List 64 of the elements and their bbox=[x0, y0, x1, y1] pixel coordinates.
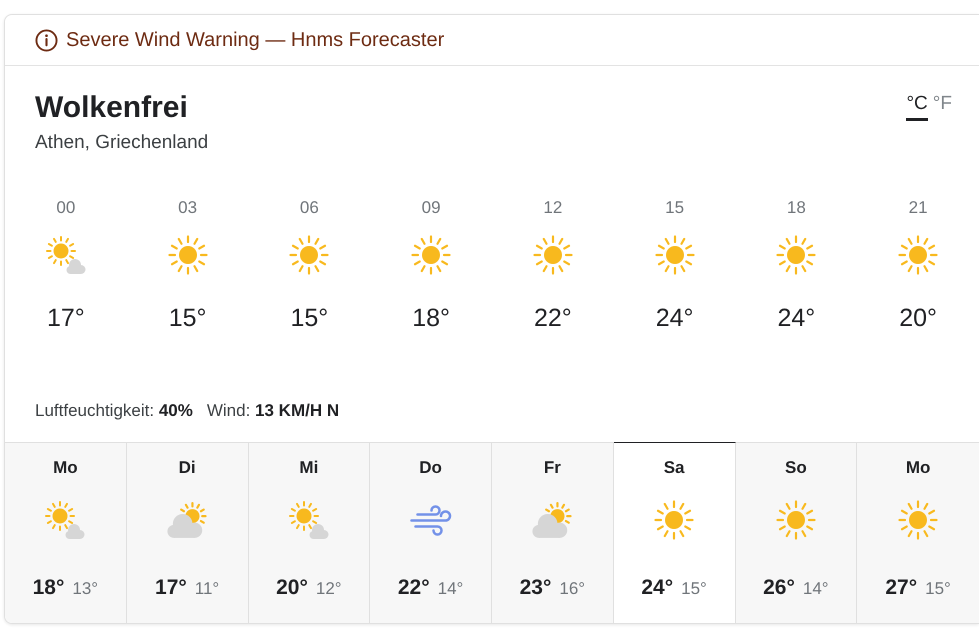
high-temperature: 20° bbox=[276, 575, 308, 601]
high-temperature: 24° bbox=[641, 575, 674, 601]
sun-icon bbox=[289, 235, 330, 275]
sun-cloud-icon bbox=[45, 500, 86, 540]
low-temperature: 12° bbox=[316, 578, 342, 600]
low-temperature: 16° bbox=[559, 578, 586, 600]
low-temperature: 15° bbox=[925, 578, 951, 600]
day-tab[interactable]: Mo 27° 15° bbox=[857, 442, 979, 623]
sun-cloud-icon bbox=[46, 236, 86, 274]
hour-label: 03 bbox=[178, 197, 198, 219]
hour-temperature: 22° bbox=[534, 303, 572, 333]
low-temperature: 15° bbox=[681, 578, 707, 600]
high-temperature: 18° bbox=[32, 575, 64, 601]
condition-title: Wolkenfrei bbox=[35, 91, 189, 125]
high-temperature: 23° bbox=[520, 575, 552, 601]
unit-toggle[interactable]: °F bbox=[932, 92, 952, 121]
hour-temperature: 18° bbox=[412, 303, 450, 333]
high-temperature: 22° bbox=[398, 575, 430, 601]
sun-icon bbox=[532, 235, 573, 275]
cloud-sun-icon bbox=[166, 502, 208, 538]
hour-temperature: 15° bbox=[290, 303, 328, 333]
hour-temperature: 24° bbox=[656, 303, 694, 333]
hour-temperature: 24° bbox=[777, 303, 816, 333]
hour-temperature: 17° bbox=[46, 303, 85, 333]
hour-temperature: 15° bbox=[168, 303, 207, 333]
day-tab[interactable]: Di 17° 11° bbox=[126, 442, 248, 623]
day-tab[interactable]: So 26° 14° bbox=[736, 442, 858, 623]
hour-label: 06 bbox=[300, 197, 319, 219]
high-temperature: 26° bbox=[763, 575, 795, 601]
weather-detail: Luftfeuchtigkeit: 40% bbox=[35, 400, 193, 422]
hour-label: 00 bbox=[56, 197, 76, 219]
low-temperature: 13° bbox=[72, 578, 98, 600]
warning-link[interactable]: Severe Wind Warning — Hnms Forecaster bbox=[35, 27, 444, 53]
sun-icon bbox=[654, 235, 695, 275]
day-tab[interactable]: Fr 23° 16° bbox=[492, 442, 614, 623]
day-tab[interactable]: Mi 20° 12° bbox=[248, 442, 370, 623]
weather-detail: Wind: 13 KM/H N bbox=[206, 400, 340, 422]
sun-cloud-icon bbox=[288, 500, 329, 540]
cloud-sun-icon bbox=[531, 502, 574, 538]
sun-icon bbox=[411, 235, 452, 275]
sun-icon bbox=[776, 500, 816, 540]
high-temperature: 27° bbox=[885, 575, 918, 601]
sun-icon bbox=[654, 500, 694, 540]
low-temperature: 14° bbox=[438, 578, 464, 600]
hour-label: 09 bbox=[422, 197, 441, 219]
wind-icon bbox=[410, 504, 452, 536]
sun-icon bbox=[898, 500, 938, 540]
low-temperature: 14° bbox=[802, 578, 829, 600]
sun-icon bbox=[776, 235, 816, 275]
hour-label: 15 bbox=[665, 197, 684, 219]
high-temperature: 17° bbox=[155, 575, 187, 601]
info-icon bbox=[35, 28, 58, 52]
low-temperature: 11° bbox=[194, 578, 220, 600]
hour-label: 21 bbox=[908, 197, 928, 219]
day-tab[interactable]: Sa 24° 15° bbox=[614, 442, 736, 623]
day-tab[interactable]: Mo 18° 13° bbox=[5, 442, 127, 623]
location-text: Athen, Griechenland bbox=[35, 131, 208, 155]
sun-icon bbox=[898, 235, 938, 275]
hour-label: 12 bbox=[543, 197, 562, 219]
unit-toggle[interactable]: °C bbox=[906, 92, 928, 121]
hour-temperature: 20° bbox=[899, 303, 938, 333]
hour-label: 18 bbox=[786, 197, 806, 219]
day-tab[interactable]: Do 22° 14° bbox=[370, 442, 492, 623]
sun-icon bbox=[168, 235, 208, 275]
